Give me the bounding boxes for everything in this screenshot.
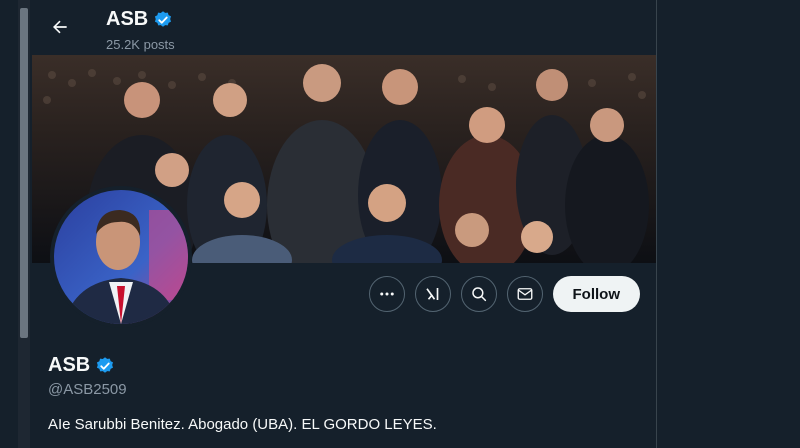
profile-avatar[interactable] xyxy=(50,186,192,328)
follow-button[interactable]: Follow xyxy=(552,276,640,312)
search-profile-button[interactable] xyxy=(460,276,497,312)
header-display-name: ASB xyxy=(106,8,149,30)
more-horizontal-icon xyxy=(379,292,394,296)
search-icon xyxy=(471,287,486,302)
profile-bio: AIe Sarubbi Benitez. Abogado (UBA). EL G… xyxy=(48,416,437,433)
grok-button[interactable] xyxy=(414,276,451,312)
envelope-icon xyxy=(517,288,532,300)
avatar-image xyxy=(54,190,188,324)
right-sidebar xyxy=(657,0,800,448)
arrow-left-icon xyxy=(53,20,67,34)
profile-column: ASB 25.2K posts Follow ASB @ASB2509 AIe … xyxy=(32,0,657,448)
profile-display-name: ASB xyxy=(48,354,91,376)
verified-badge-icon xyxy=(155,10,172,27)
scrollbar-thumb[interactable] xyxy=(20,8,28,338)
profile-header-bar: ASB 25.2K posts xyxy=(32,0,656,55)
profile-name-row: ASB xyxy=(48,354,115,377)
grok-icon xyxy=(425,288,438,300)
profile-handle: @ASB2509 xyxy=(48,381,127,398)
post-count: 25.2K posts xyxy=(106,37,175,52)
message-button[interactable] xyxy=(506,276,543,312)
profile-actions: Follow xyxy=(368,276,640,312)
back-button[interactable] xyxy=(44,11,76,43)
more-button[interactable] xyxy=(368,276,405,312)
verified-badge-icon xyxy=(97,356,114,373)
